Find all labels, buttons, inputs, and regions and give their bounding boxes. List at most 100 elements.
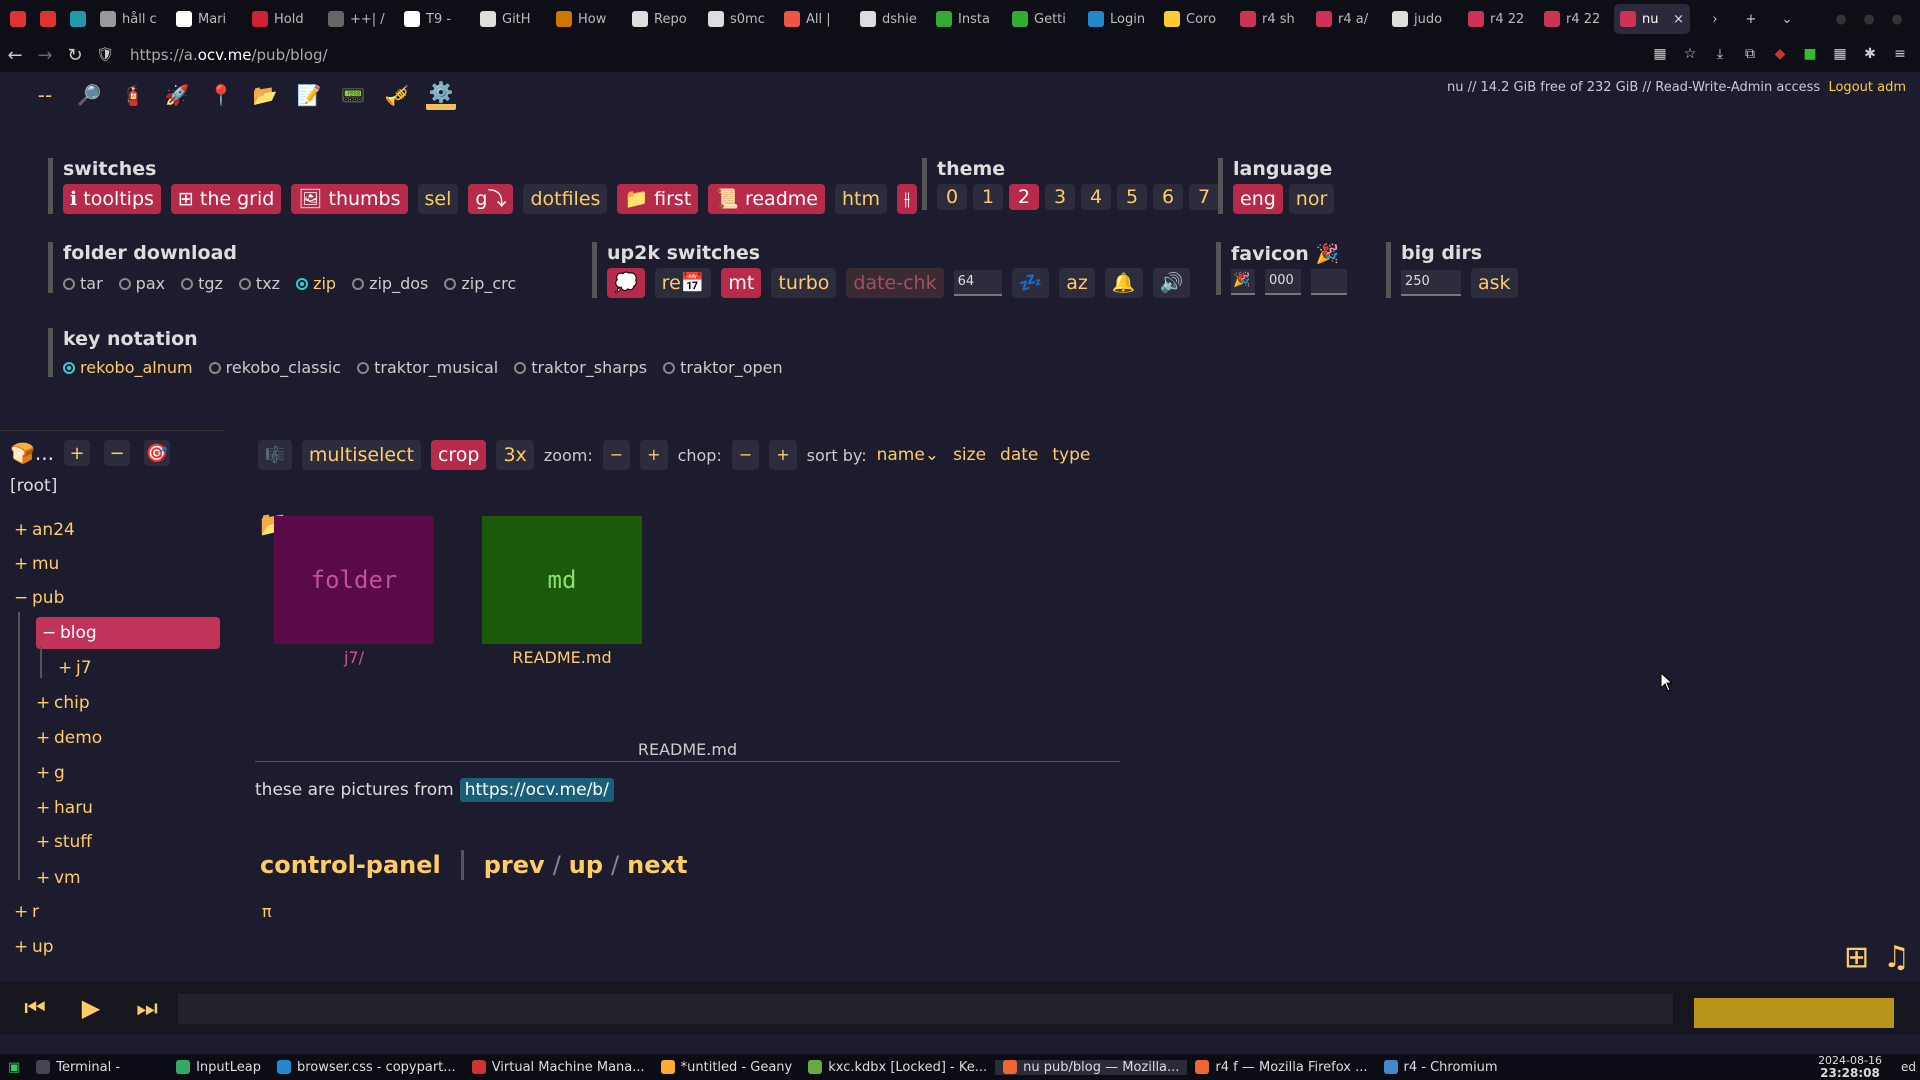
close-window-icon[interactable]: ● [1830, 8, 1852, 30]
theme-option-2[interactable]: 2 [1009, 184, 1039, 210]
browser-tab[interactable]: r4 22 [1538, 4, 1614, 34]
taskbar-item-virtual-machine-mana[interactable]: Virtual Machine Mana... [464, 1060, 653, 1075]
tree-toggle-icon[interactable]: + [14, 554, 28, 574]
tree-collapse-button[interactable]: − [104, 440, 130, 466]
extensions-icon[interactable]: ⧉ [1740, 44, 1760, 64]
tree-breadcrumb-icon[interactable]: 🍞... [10, 441, 54, 465]
big-dirs-ask-button[interactable]: ask [1471, 268, 1518, 298]
tree-node-r[interactable]: + r [14, 896, 39, 928]
radio-pax[interactable]: pax [118, 274, 165, 293]
tree-toggle-icon[interactable]: + [14, 520, 28, 540]
up2k-mt[interactable]: mt [721, 268, 762, 298]
control-panel-link[interactable]: control-panel [260, 851, 441, 879]
file-thumb-md[interactable]: md [482, 516, 642, 644]
grid-extension-icon[interactable]: ▦ [1830, 44, 1850, 64]
browser-tab[interactable]: GitH [474, 4, 550, 34]
gear-icon[interactable]: ⚙️ [426, 80, 456, 110]
radio-circle-icon[interactable] [181, 277, 194, 290]
theme-option-0[interactable]: 0 [937, 184, 967, 210]
theme-option-3[interactable]: 3 [1045, 184, 1075, 210]
prev-track-button[interactable]: ⏮ [12, 994, 58, 1022]
radio-rekobo-classic[interactable]: rekobo_classic [208, 358, 341, 377]
browser-tab[interactable]: T9 - [398, 4, 474, 34]
up2k-turbo[interactable]: turbo [771, 268, 837, 298]
tree-node-an24[interactable]: + an24 [14, 514, 75, 546]
menu-icon[interactable]: ≡ [1890, 44, 1910, 64]
language-option-nor[interactable]: nor [1288, 184, 1335, 214]
browser-tab[interactable]: Hold [246, 4, 322, 34]
radio-circle-icon[interactable] [357, 361, 370, 374]
rocket-icon[interactable]: 🚀 [162, 80, 192, 110]
browser-tab[interactable]: Getti [1006, 4, 1082, 34]
zoom-in-button[interactable]: + [640, 440, 668, 470]
next-track-button[interactable]: ⏭ [124, 994, 170, 1022]
browser-tab[interactable]: Repo [626, 4, 702, 34]
file-thumb-folder[interactable]: folder [274, 516, 434, 644]
radio-circle-icon[interactable] [514, 361, 527, 374]
music-note-icon[interactable]: ♫ [1883, 940, 1910, 975]
browser-tab[interactable]: ++| / [322, 4, 398, 34]
theme-option-1[interactable]: 1 [973, 184, 1003, 210]
radio-zip-crc[interactable]: zip_crc [444, 274, 516, 293]
up2k-item[interactable]: 💭 [607, 268, 645, 298]
browser-tab[interactable] [64, 4, 94, 34]
tree-toggle-icon[interactable]: + [36, 832, 50, 852]
browser-tab[interactable]: dshie [854, 4, 930, 34]
taskbar-item-terminal[interactable]: Terminal - [28, 1060, 128, 1075]
radio-traktor-musical[interactable]: traktor_musical [357, 358, 498, 377]
chop-less-button[interactable]: − [731, 440, 760, 470]
browser-tab[interactable]: Coro [1158, 4, 1234, 34]
tree-toggle-icon[interactable]: + [36, 693, 50, 713]
tree-toggle-icon[interactable]: + [14, 937, 28, 957]
grid-view-icon[interactable]: ⊞ [1844, 940, 1869, 975]
theme-option-6[interactable]: 6 [1153, 184, 1183, 210]
app-launcher-icon[interactable]: ▣ [0, 1060, 28, 1075]
sort-name-link[interactable]: name⌄ [877, 445, 939, 465]
new-tab-icon[interactable]: + [1740, 8, 1762, 30]
radio-txz[interactable]: txz [238, 274, 280, 293]
pin-icon[interactable]: 📍 [206, 80, 236, 110]
switch-the-grid[interactable]: ⊞ the grid [170, 184, 282, 214]
multiselect-button[interactable]: multiselect [301, 440, 421, 470]
browser-tab[interactable]: r4 sh [1234, 4, 1310, 34]
tree-node-g[interactable]: + g [36, 757, 65, 789]
volume-bar[interactable] [1694, 998, 1894, 1028]
switch-g[interactable]: g⤵ [468, 184, 514, 214]
3x-button[interactable]: 3x [496, 440, 534, 470]
browser-tab[interactable]: r4 22 [1462, 4, 1538, 34]
tree-node-vm[interactable]: + vm [36, 862, 81, 894]
readme-link[interactable]: https://ocv.me/b/ [459, 778, 614, 802]
tree-toggle-icon[interactable]: + [36, 728, 50, 748]
puzzle-icon[interactable]: ✱ [1860, 44, 1880, 64]
file-name-readme[interactable]: README.md [477, 648, 647, 667]
up2k-threads-input[interactable]: 64 [953, 270, 1002, 296]
up-link[interactable]: up [569, 851, 603, 879]
big-dirs-input[interactable]: 250 [1401, 270, 1461, 296]
tree-node-mu[interactable]: + mu [14, 548, 59, 580]
taskbar-item-r4-f-mozilla-firefox[interactable]: r4 f — Mozilla Firefox ... [1187, 1060, 1375, 1075]
browser-tab[interactable]: All | [778, 4, 854, 34]
tree-toggle-icon[interactable]: + [36, 868, 50, 888]
zoom-out-button[interactable]: − [602, 440, 631, 470]
file-name-j7[interactable]: j7/ [269, 648, 439, 667]
sort-type-link[interactable]: type [1052, 445, 1090, 465]
language-option-eng[interactable]: eng [1233, 184, 1283, 214]
next-link[interactable]: next [627, 851, 687, 879]
radio-circle-icon[interactable] [444, 277, 457, 290]
tree-toggle-icon[interactable]: + [36, 798, 50, 818]
radio-zip[interactable]: zip [296, 274, 336, 293]
az-button[interactable]: az [1059, 268, 1095, 298]
pi-link[interactable]: π [262, 902, 272, 921]
radio-circle-icon[interactable] [63, 361, 75, 374]
tab-list-icon[interactable]: ⌄ [1776, 8, 1798, 30]
music-player-icon[interactable]: 🎼 [258, 440, 292, 470]
radio-zip-dos[interactable]: zip_dos [352, 274, 428, 293]
bell-icon[interactable]: 🔔 [1104, 268, 1143, 298]
chop-more-button[interactable]: + [769, 440, 797, 470]
ops-dash-icon[interactable]: -- [30, 80, 60, 110]
horn-icon[interactable]: 🎺 [382, 80, 412, 110]
notepad-icon[interactable]: 📝 [294, 80, 324, 110]
radio-circle-icon[interactable] [238, 277, 251, 290]
close-tab-icon[interactable]: × [1673, 12, 1684, 27]
qr-icon[interactable]: ▦ [1650, 44, 1670, 64]
